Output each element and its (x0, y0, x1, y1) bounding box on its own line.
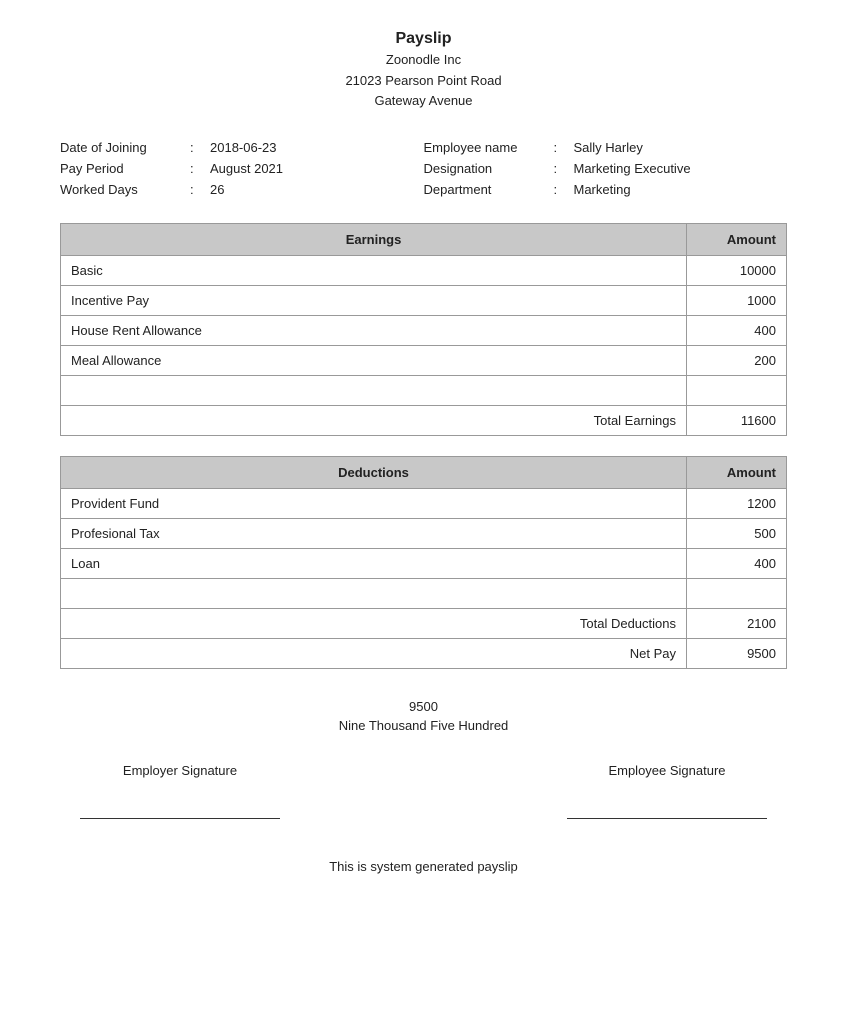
earnings-table: Earnings Amount Basic 10000 Incentive Pa… (60, 223, 787, 436)
employer-signature-line (80, 818, 280, 819)
employee-signature-block: Employee Signature (567, 763, 767, 819)
deductions-spacer-row (61, 579, 787, 609)
des-colon: : (554, 161, 574, 176)
deductions-header-amount: Amount (687, 457, 787, 489)
info-left: Date of Joining : 2018-06-23 Pay Period … (60, 140, 424, 203)
pay-period-value: August 2021 (210, 161, 283, 176)
employee-name-label: Employee name (424, 140, 554, 155)
designation-label: Designation (424, 161, 554, 176)
employee-signature-line (567, 818, 767, 819)
signature-section: Employer Signature Employee Signature (60, 763, 787, 819)
earnings-row-incentive: Incentive Pay 1000 (61, 286, 787, 316)
department-value: Marketing (574, 182, 631, 197)
employee-signature-label: Employee Signature (567, 763, 767, 778)
earnings-section: Earnings Amount Basic 10000 Incentive Pa… (60, 223, 787, 436)
footer: This is system generated payslip (60, 859, 787, 874)
employee-info-section: Date of Joining : 2018-06-23 Pay Period … (60, 140, 787, 203)
earnings-meal-amount: 200 (687, 346, 787, 376)
pay-period-row: Pay Period : August 2021 (60, 161, 424, 176)
designation-value: Marketing Executive (574, 161, 691, 176)
earnings-spacer-desc (61, 376, 687, 406)
address-line2: Gateway Avenue (60, 91, 787, 111)
net-amount-number: 9500 (60, 699, 787, 714)
deductions-pf-desc: Provident Fund (61, 489, 687, 519)
earnings-header-amount: Amount (687, 224, 787, 256)
deductions-table: Deductions Amount Provident Fund 1200 Pr… (60, 456, 787, 669)
earnings-incentive-desc: Incentive Pay (61, 286, 687, 316)
info-right: Employee name : Sally Harley Designation… (424, 140, 788, 203)
employee-name-value: Sally Harley (574, 140, 643, 155)
payslip-title: Payslip (60, 30, 787, 48)
earnings-hra-amount: 400 (687, 316, 787, 346)
net-pay-value: 9500 (687, 639, 787, 669)
earnings-header-desc: Earnings (61, 224, 687, 256)
earnings-total-value: 11600 (687, 406, 787, 436)
dept-colon: : (554, 182, 574, 197)
net-pay-row: Net Pay 9500 (61, 639, 787, 669)
worked-days-value: 26 (210, 182, 224, 197)
deductions-row-pf: Provident Fund 1200 (61, 489, 787, 519)
date-of-joining-label: Date of Joining (60, 140, 190, 155)
earnings-row-meal: Meal Allowance 200 (61, 346, 787, 376)
company-address: 21023 Pearson Point Road Gateway Avenue (60, 71, 787, 110)
footer-text: This is system generated payslip (329, 859, 518, 874)
earnings-row-hra: House Rent Allowance 400 (61, 316, 787, 346)
payslip-header: Payslip Zoonodle Inc 21023 Pearson Point… (60, 30, 787, 110)
earnings-spacer-row (61, 376, 787, 406)
designation-row: Designation : Marketing Executive (424, 161, 788, 176)
deductions-prof-tax-amount: 500 (687, 519, 787, 549)
deductions-loan-desc: Loan (61, 549, 687, 579)
deductions-prof-tax-desc: Profesional Tax (61, 519, 687, 549)
deductions-pf-amount: 1200 (687, 489, 787, 519)
deductions-header-desc: Deductions (61, 457, 687, 489)
earnings-hra-desc: House Rent Allowance (61, 316, 687, 346)
deductions-row-prof-tax: Profesional Tax 500 (61, 519, 787, 549)
wd-colon: : (190, 182, 210, 197)
deductions-total-value: 2100 (687, 609, 787, 639)
earnings-total-label: Total Earnings (61, 406, 687, 436)
deductions-total-label: Total Deductions (61, 609, 687, 639)
en-colon: : (554, 140, 574, 155)
net-pay-label: Net Pay (61, 639, 687, 669)
department-row: Department : Marketing (424, 182, 788, 197)
department-label: Department (424, 182, 554, 197)
employee-name-row: Employee name : Sally Harley (424, 140, 788, 155)
deductions-total-row: Total Deductions 2100 (61, 609, 787, 639)
earnings-spacer-amount (687, 376, 787, 406)
deductions-loan-amount: 400 (687, 549, 787, 579)
earnings-basic-desc: Basic (61, 256, 687, 286)
deductions-spacer-amount (687, 579, 787, 609)
worked-days-label: Worked Days (60, 182, 190, 197)
deductions-row-loan: Loan 400 (61, 549, 787, 579)
earnings-basic-amount: 10000 (687, 256, 787, 286)
date-of-joining-row: Date of Joining : 2018-06-23 (60, 140, 424, 155)
employer-signature-label: Employer Signature (80, 763, 280, 778)
net-amount-words: Nine Thousand Five Hundred (60, 718, 787, 733)
earnings-meal-desc: Meal Allowance (61, 346, 687, 376)
deductions-section: Deductions Amount Provident Fund 1200 Pr… (60, 456, 787, 669)
earnings-total-row: Total Earnings 11600 (61, 406, 787, 436)
pp-colon: : (190, 161, 210, 176)
earnings-incentive-amount: 1000 (687, 286, 787, 316)
date-of-joining-value: 2018-06-23 (210, 140, 277, 155)
employer-signature-block: Employer Signature (80, 763, 280, 819)
address-line1: 21023 Pearson Point Road (60, 71, 787, 91)
earnings-row-basic: Basic 10000 (61, 256, 787, 286)
company-name: Zoonodle Inc (60, 52, 787, 67)
pay-period-label: Pay Period (60, 161, 190, 176)
worked-days-row: Worked Days : 26 (60, 182, 424, 197)
doj-colon: : (190, 140, 210, 155)
deductions-spacer-desc (61, 579, 687, 609)
net-amount-section: 9500 Nine Thousand Five Hundred (60, 699, 787, 733)
